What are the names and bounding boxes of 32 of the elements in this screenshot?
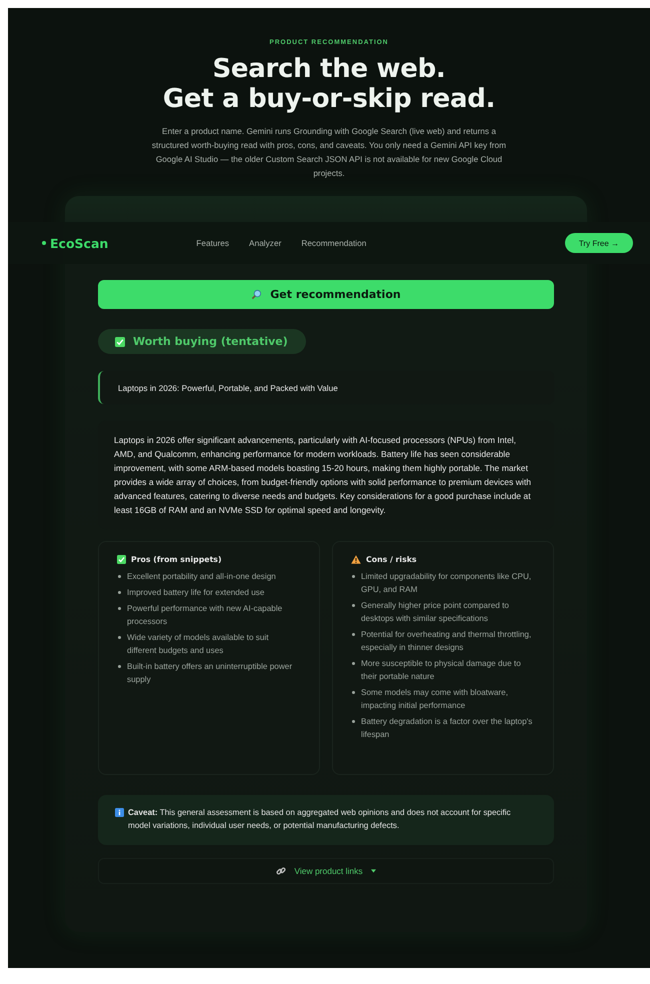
- logo-dot-icon: [42, 241, 46, 245]
- checkmark-icon: [115, 336, 125, 346]
- warning-icon: [351, 555, 361, 564]
- nav-link[interactable]: Recommendation: [301, 238, 366, 248]
- verdict-badge: Worth buying (tentative): [98, 329, 306, 354]
- headline: Get a buy-or-skip read.: [162, 84, 496, 114]
- list-item: Battery degradation is a factor over the laptop's lifespan: [351, 715, 537, 741]
- nav-link[interactable]: Analyzer: [249, 238, 282, 248]
- nav-link[interactable]: Features: [196, 238, 230, 248]
- list-item: Powerful performance with new AI-capable processors: [117, 602, 303, 628]
- try-free-button[interactable]: Try Free →: [564, 233, 633, 253]
- list-item: Potential for overheating and thermal throttling, especially in thinner designs: [351, 628, 537, 654]
- caret-icon: [370, 869, 376, 873]
- list-item: Excellent portability and all-in-one design: [117, 570, 303, 583]
- list-item: Built-in battery offers an uninterruptible power supply: [117, 660, 303, 686]
- list-item: Some models may come with bloatware, impacting initial performance: [351, 686, 537, 712]
- link-icon: [276, 866, 286, 876]
- list-item: Improved battery life for extended use: [117, 586, 303, 599]
- view-links-button[interactable]: View product links: [98, 858, 554, 884]
- get-recommendation-button[interactable]: Get recommendation: [98, 280, 554, 309]
- headline: Search the web.: [212, 54, 446, 84]
- summary-text: Laptops in 2026 offer significant advancements, particularly with AI-focused processors (NPUs) from Intel, AMD, and Qualcomm, enhancing performance for modern workloads. Battery life has seen considerable improvement, with some ARM-based models boasting 15-20 hours, making them highly portable. The market provides a wide array of choices, from budget-friendly options with solid performance to premium devices with advanced features, catering to diverse needs and budgets. Key considerations for a good purchase include at least 16GB of RAM and an NVMe SSD for optimal speed and longevity.: [114, 434, 532, 517]
- logo[interactable]: EcoScan: [50, 236, 108, 250]
- list-item: Limited upgradability for components like CPU, GPU, and RAM: [351, 570, 537, 596]
- list-item: Wide variety of models available to suit different budgets and uses: [117, 631, 303, 657]
- intro-paragraph: Enter a product name. Gemini runs Grounding with Google Search (live web) and returns a structured worth-buying read with pros, cons, and caveats. You only need a Gemini API key from Google AI Studio — the older Custom Search JSON API is not available for new Google Cloud projects.: [150, 125, 508, 180]
- checkmark-icon: [117, 555, 126, 564]
- magnifier-icon: [251, 289, 262, 300]
- info-icon: [115, 808, 124, 817]
- caveat-text: Caveat: This general assessment is based on aggregated web opinions and does not account for specific model variations, individual user needs, or potential manufacturing defects.: [128, 807, 512, 832]
- list-item: Generally higher price point compared to desktops with similar specifications: [351, 599, 537, 625]
- list-item: More susceptible to physical damage due to their portable nature: [351, 657, 537, 683]
